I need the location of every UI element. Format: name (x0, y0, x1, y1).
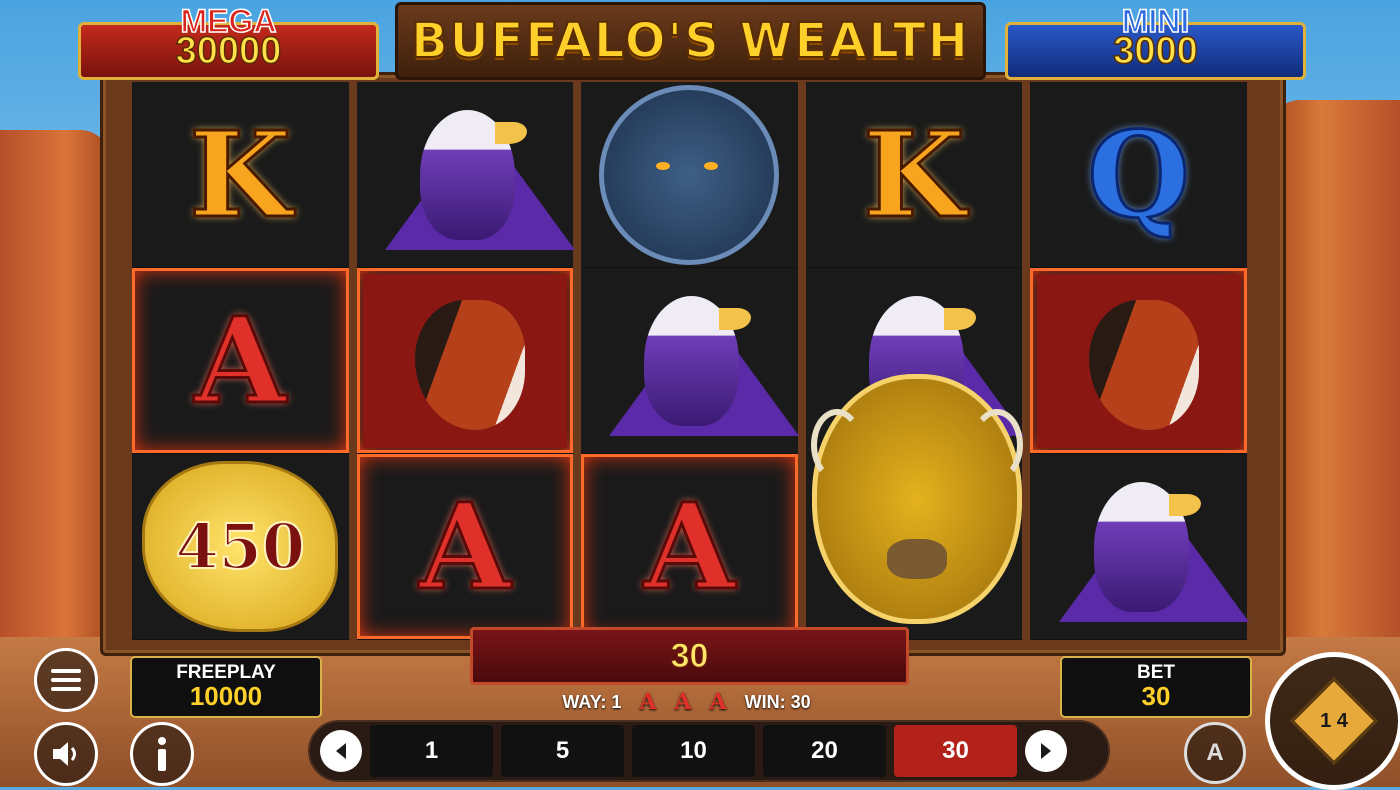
reel-grid: K A 450 A A K Q (132, 82, 1249, 640)
freeplay-value: 10000 (189, 681, 263, 712)
reel-cell (356, 82, 575, 268)
chevron-right-icon (1041, 743, 1051, 759)
reel-cell: A (356, 454, 574, 640)
reel-3: A (581, 82, 800, 640)
bet-option[interactable]: 20 (763, 725, 886, 777)
symbol-k: K (861, 104, 967, 244)
reel-cell (581, 268, 800, 454)
reel-1: K A 450 (132, 82, 349, 640)
menu-button[interactable] (34, 648, 98, 712)
freeplay-label: FREEPLAY (176, 662, 276, 684)
reel-cell (356, 268, 574, 454)
sound-button[interactable] (34, 722, 98, 786)
win-info-line: WAY: 1 A A A WIN: 30 (470, 689, 903, 715)
bet-prev-button[interactable] (320, 730, 362, 772)
game-title: BUFFALO'S WEALTH (410, 12, 970, 70)
spin-button[interactable]: 1 4 (1265, 652, 1400, 790)
game-title-board: BUFFALO'S WEALTH (395, 2, 986, 80)
speaker-icon (53, 742, 76, 766)
reel-cell: A (581, 454, 798, 640)
eagle-symbol (599, 286, 800, 436)
nugget-value: 450 (175, 509, 306, 584)
way-text: WAY: 1 (562, 691, 622, 712)
reel-cell: K (805, 82, 1023, 268)
mini-jackpot: MINI 3000 (1005, 2, 1306, 80)
reel-cell: K (132, 82, 349, 268)
bet-display: BET 30 (1060, 656, 1252, 718)
win-text: WIN: 30 (744, 691, 811, 712)
reel-5: Q (1030, 82, 1249, 640)
info-icon (158, 737, 166, 771)
info-button[interactable] (130, 722, 194, 786)
symbol-a: A (642, 476, 737, 616)
symbol-q: Q (1086, 104, 1192, 244)
bet-label: BET (1137, 662, 1175, 684)
eagle-symbol (1049, 472, 1249, 622)
reel-cell: 450 (132, 454, 349, 640)
reel-cell: Q (1030, 82, 1247, 268)
win-amount-banner: 30 (470, 627, 909, 685)
bet-option[interactable]: 5 (501, 725, 624, 777)
win-amount: 30 (670, 636, 709, 675)
chevron-left-icon (336, 743, 346, 759)
mini-jackpot-label: MINI (1121, 2, 1190, 40)
bet-option[interactable]: 30 (894, 725, 1017, 777)
reel-4: K (805, 82, 1025, 640)
bet-selector: 1 5 10 20 30 (308, 720, 1110, 782)
mega-jackpot-label: MEGA (180, 2, 278, 40)
bet-options: 1 5 10 20 30 (370, 725, 1017, 777)
autoplay-button[interactable]: A (1184, 722, 1246, 784)
symbol-k: K (188, 104, 294, 244)
canyon-right (1270, 100, 1400, 700)
panther-symbol (599, 84, 780, 265)
bet-value: 30 (1141, 681, 1171, 712)
win-symbol: A (709, 689, 727, 715)
reel-2: A (356, 82, 575, 640)
reel-cell (1030, 454, 1249, 640)
win-symbol: A (639, 689, 657, 715)
buffalo-symbol (810, 374, 1023, 624)
reel-cell (805, 374, 1023, 640)
freeplay-balance: FREEPLAY 10000 (130, 656, 322, 718)
autoplay-icon: A (1206, 739, 1224, 766)
bet-option[interactable]: 10 (632, 725, 755, 777)
symbol-a: A (193, 290, 288, 430)
symbol-a: A (418, 476, 513, 616)
win-symbol: A (674, 689, 692, 715)
reel-cell: A (132, 268, 349, 454)
reel-cell (1030, 268, 1247, 454)
horse-symbol (362, 273, 567, 448)
bet-next-button[interactable] (1025, 730, 1067, 772)
spin-badge: 1 4 (1320, 709, 1348, 732)
eagle-symbol (375, 100, 575, 250)
horse-symbol (1036, 273, 1241, 448)
bet-option[interactable]: 1 (370, 725, 493, 777)
canyon-left (0, 130, 110, 690)
reel-cell (581, 82, 798, 268)
mega-jackpot: MEGA 30000 (78, 2, 379, 80)
menu-icon (51, 669, 81, 691)
gold-nugget-symbol: 450 (142, 461, 339, 632)
